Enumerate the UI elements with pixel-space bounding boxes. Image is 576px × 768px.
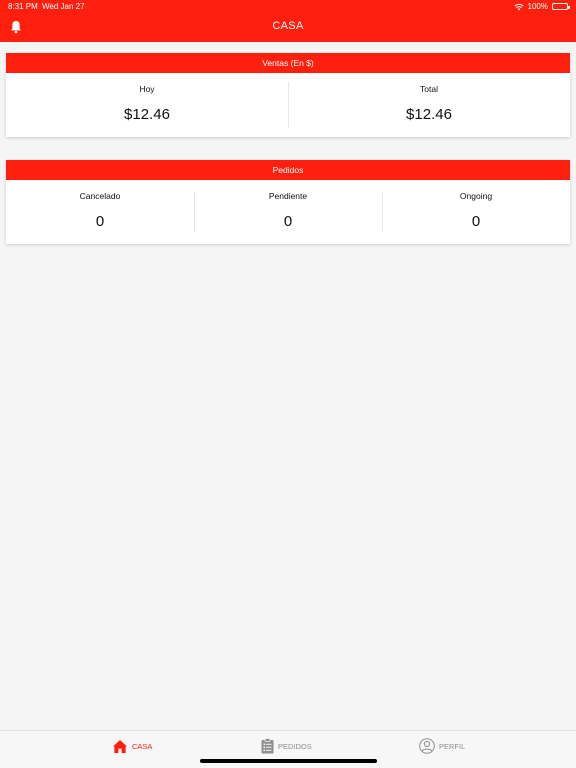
tab-perfil-label: PERFIL [439, 741, 466, 751]
pedidos-cancelado-value: 0 [95, 213, 105, 230]
pedidos-cancelado-label: Cancelado [79, 191, 121, 201]
tab-pedidos-label: PEDIDOS [278, 741, 312, 751]
pedidos-pendiente-label: Pendiente [268, 191, 308, 201]
page-title: CASA [272, 20, 304, 32]
wifi-icon [513, 3, 524, 10]
ventas-card-body: Hoy $12.46 Total $12.46 [6, 73, 570, 137]
tab-casa[interactable]: CASA [112, 737, 152, 755]
ventas-hoy-label: Hoy [139, 84, 155, 94]
tab-casa-label: CASA [132, 741, 153, 751]
ventas-card-title: Ventas (En $) [6, 53, 570, 73]
user-icon [419, 738, 435, 754]
tab-perfil[interactable]: PERFIL [419, 737, 465, 755]
ventas-hoy-cell: Hoy $12.46 [6, 73, 288, 137]
pedidos-pendiente-value: 0 [283, 213, 293, 230]
ventas-total-value: $12.46 [406, 106, 452, 123]
home-indicator [200, 759, 377, 763]
status-date: Wed Jan 27 [42, 2, 85, 11]
pedidos-ongoing-value: 0 [471, 213, 481, 230]
pedidos-ongoing-cell: Ongoing 0 [382, 180, 570, 244]
pedidos-pendiente-cell: Pendiente 0 [194, 180, 382, 244]
pedidos-card-body: Cancelado 0 Pendiente 0 Ongoing 0 [6, 180, 570, 244]
clipboard-icon [261, 738, 274, 754]
ventas-card: Ventas (En $) Hoy $12.46 Total $12.46 [6, 53, 570, 137]
pedidos-cancelado-cell: Cancelado 0 [6, 180, 194, 244]
tab-bar: CASA PEDIDOS PERFIL [0, 730, 576, 768]
app-root: 8:31 PM Wed Jan 27 100% CASA Ventas (En … [0, 0, 576, 768]
ventas-hoy-value: $12.46 [124, 106, 170, 123]
status-right: 100% [513, 2, 570, 11]
pedidos-ongoing-label: Ongoing [459, 191, 493, 201]
pedidos-card: Pedidos Cancelado 0 Pendiente 0 Ongoing … [6, 160, 570, 244]
status-time: 8:31 PM [8, 2, 38, 11]
tab-pedidos[interactable]: PEDIDOS [261, 737, 312, 755]
pedidos-card-title: Pedidos [6, 160, 570, 180]
home-icon [113, 739, 127, 753]
ventas-total-label: Total [420, 84, 438, 94]
battery-percent: 100% [527, 2, 548, 11]
ventas-total-cell: Total $12.46 [288, 73, 570, 137]
top-bar: 8:31 PM Wed Jan 27 100% CASA [0, 0, 576, 42]
battery-icon [552, 3, 570, 10]
